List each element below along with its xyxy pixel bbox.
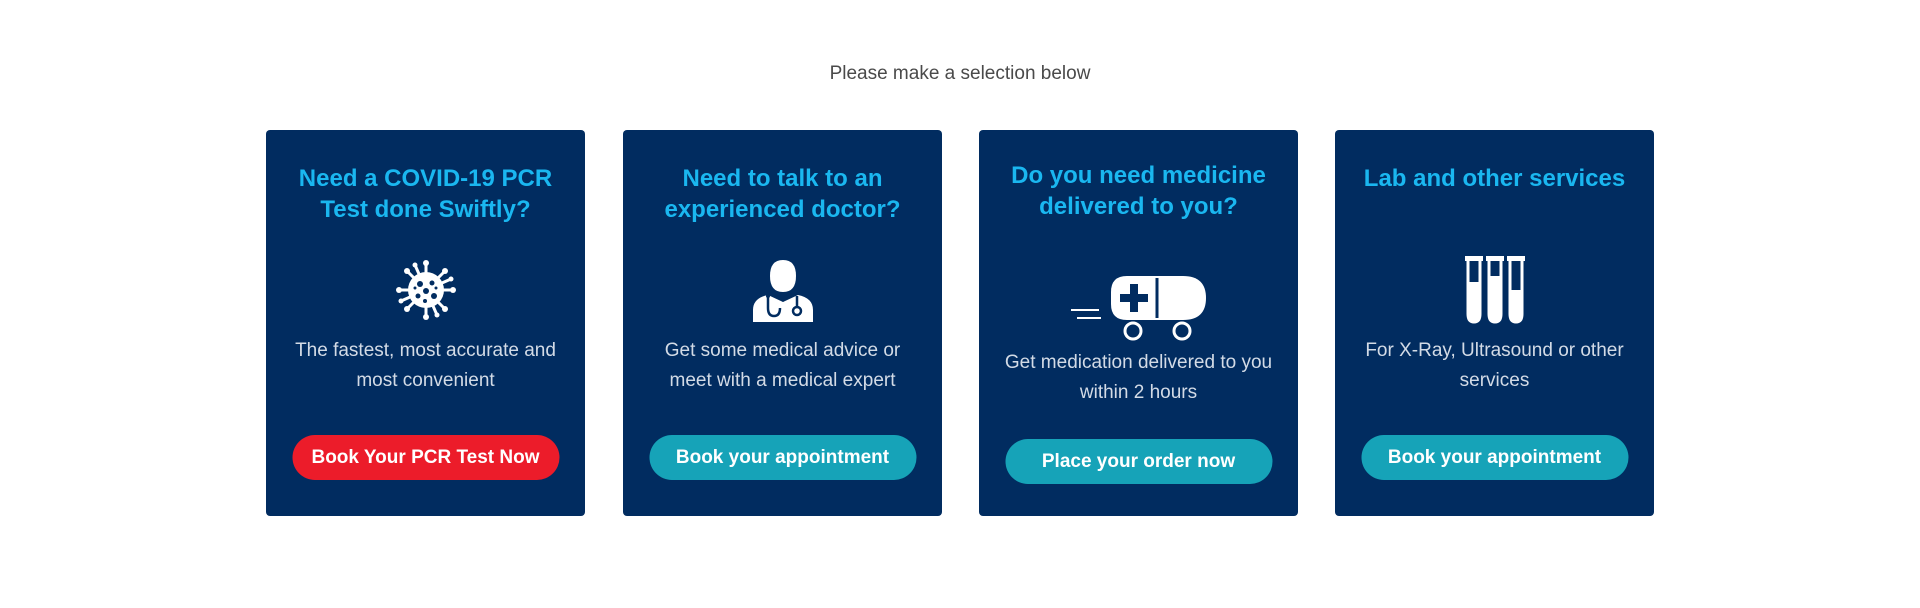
card-title: Need a COVID-19 PCR Test done Swiftly? <box>298 165 553 223</box>
card-description: Get medication delivered to you within 2… <box>1004 352 1273 403</box>
card-description: The fastest, most accurate and most conv… <box>295 340 556 391</box>
medicine-delivery-icon <box>1070 275 1207 343</box>
book-pcr-test-button[interactable]: Book Your PCR Test Now <box>292 435 559 480</box>
card-description: For X-Ray, Ultrasound or other services <box>1365 340 1624 391</box>
card-title: Need to talk to an experienced doctor? <box>664 165 901 223</box>
card-pcr-test: Need a COVID-19 PCR Test done Swiftly? T… <box>266 130 585 516</box>
card-description: Get some medical advice or meet with a m… <box>664 340 901 391</box>
selection-prompt: Please make a selection below <box>829 63 1091 84</box>
card-medicine-delivery: Do you need medicine delivered to you? G… <box>979 130 1298 516</box>
test-tubes-icon <box>1464 256 1526 324</box>
card-title: Lab and other services <box>1363 165 1626 192</box>
doctor-icon <box>750 256 816 322</box>
card-doctor: Need to talk to an experienced doctor? G… <box>623 130 942 516</box>
virus-icon <box>394 258 458 322</box>
card-title: Do you need medicine delivered to you? <box>1011 162 1266 220</box>
service-cards: Need a COVID-19 PCR Test done Swiftly? T… <box>266 130 1654 516</box>
book-appointment-button[interactable]: Book your appointment <box>649 435 916 480</box>
place-order-button[interactable]: Place your order now <box>1005 439 1272 484</box>
card-lab-services: Lab and other services For X-Ray, Ultras… <box>1335 130 1654 516</box>
book-appointment-button[interactable]: Book your appointment <box>1361 435 1628 480</box>
